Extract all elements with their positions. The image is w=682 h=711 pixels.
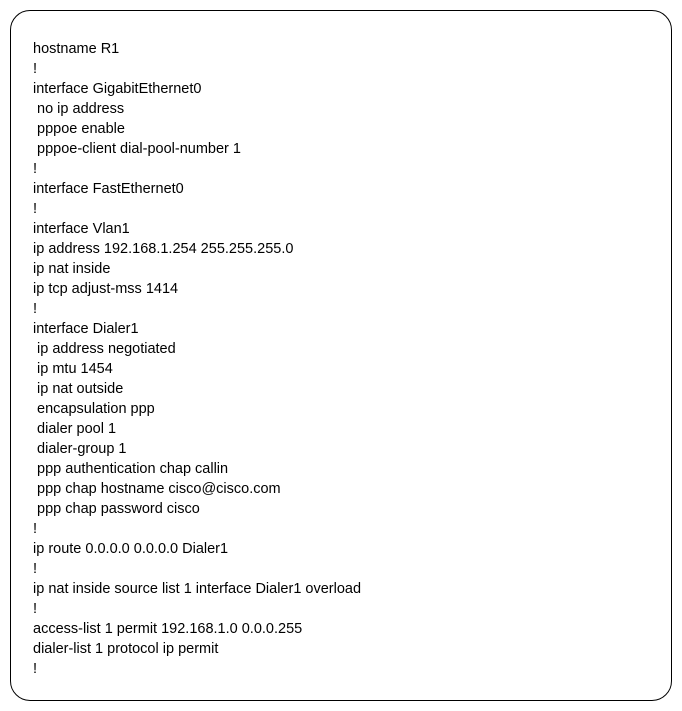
config-line: ! — [33, 519, 651, 539]
config-line: interface FastEthernet0 — [33, 179, 651, 199]
config-line: ip tcp adjust-mss 1414 — [33, 279, 651, 299]
config-line: ip route 0.0.0.0 0.0.0.0 Dialer1 — [33, 539, 651, 559]
config-line: ip address negotiated — [33, 339, 651, 359]
config-line: ip mtu 1454 — [33, 359, 651, 379]
config-line: ip nat inside — [33, 259, 651, 279]
config-line: ! — [33, 659, 651, 679]
config-line: dialer pool 1 — [33, 419, 651, 439]
config-line: encapsulation ppp — [33, 399, 651, 419]
config-line: ! — [33, 599, 651, 619]
config-line: ip nat outside — [33, 379, 651, 399]
config-line: interface Dialer1 — [33, 319, 651, 339]
config-line: no ip address — [33, 99, 651, 119]
config-line: ppp chap hostname cisco@cisco.com — [33, 479, 651, 499]
config-line: hostname R1 — [33, 39, 651, 59]
config-line: ! — [33, 159, 651, 179]
config-line: ppp chap password cisco — [33, 499, 651, 519]
config-line: ip nat inside source list 1 interface Di… — [33, 579, 651, 599]
config-line: ! — [33, 299, 651, 319]
config-line: dialer-list 1 protocol ip permit — [33, 639, 651, 659]
config-line: interface Vlan1 — [33, 219, 651, 239]
config-line: interface GigabitEthernet0 — [33, 79, 651, 99]
config-line: pppoe-client dial-pool-number 1 — [33, 139, 651, 159]
config-line: ppp authentication chap callin — [33, 459, 651, 479]
config-line: dialer-group 1 — [33, 439, 651, 459]
config-line: ! — [33, 59, 651, 79]
config-line: ! — [33, 199, 651, 219]
config-line: ip address 192.168.1.254 255.255.255.0 — [33, 239, 651, 259]
config-line: pppoe enable — [33, 119, 651, 139]
router-config-frame: hostname R1 ! interface GigabitEthernet0… — [10, 10, 672, 701]
config-line: ! — [33, 559, 651, 579]
config-line: access-list 1 permit 192.168.1.0 0.0.0.2… — [33, 619, 651, 639]
